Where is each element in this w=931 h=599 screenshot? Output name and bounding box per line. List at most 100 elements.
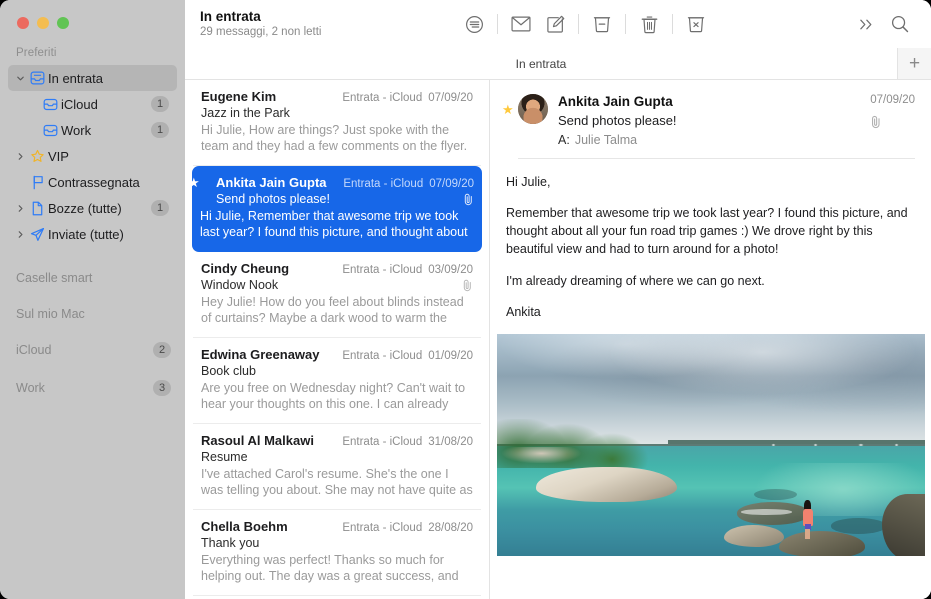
reader-bottom-padding [490, 585, 931, 599]
message-preview: Everything was perfect! Thanks so much f… [201, 552, 473, 585]
message-list-item[interactable]: Edwina Greenaway Entrata - iCloud 01/09/… [193, 338, 481, 424]
message-subject: Send photos please! [216, 192, 457, 206]
mailbox-label: Entrata - iCloud [342, 264, 422, 276]
mailbox-icon [40, 98, 61, 111]
photo-rock [779, 531, 865, 555]
sidebar-item-inviate[interactable]: Inviate (tutte) [8, 221, 177, 247]
page-title: In entrata [200, 9, 321, 25]
photo-person [803, 500, 813, 540]
mailbox-label: Entrata - iCloud [342, 92, 422, 104]
photo-submerged-rock [831, 518, 887, 534]
unread-badge: 2 [153, 342, 171, 358]
sidebar-item-in-entrata[interactable]: In entrata [8, 65, 177, 91]
archive-icon[interactable] [585, 9, 619, 39]
mail-window: Preferiti In entrata [0, 0, 931, 599]
sidebar-item-label: Contrassegnata [48, 175, 171, 190]
account-label: iCloud [16, 343, 153, 357]
recipient-label: A: [558, 133, 570, 147]
message-subject: Thank you [201, 536, 473, 550]
toolbar-divider [497, 14, 498, 34]
sidebar-section-favorites: Preferiti [0, 29, 185, 65]
draft-icon [27, 201, 48, 216]
sidebar-item-contrassegnata[interactable]: Contrassegnata [8, 169, 177, 195]
message-list-item[interactable]: Eugene Kim Entrata - iCloud 07/09/20 Jaz… [193, 80, 481, 166]
toolbar-divider [672, 14, 673, 34]
mailbox-label: Entrata - iCloud [342, 436, 422, 448]
photo-large-boulder [536, 467, 677, 503]
trash-icon[interactable] [632, 9, 666, 39]
unread-badge: 1 [151, 122, 169, 138]
account-label: Work [16, 381, 153, 395]
sidebar-section-smart: Caselle smart [0, 263, 185, 293]
tab-in-entrata[interactable]: In entrata [185, 48, 897, 79]
person-legs [805, 529, 810, 539]
chevron-right-icon[interactable] [14, 230, 27, 239]
recipient-name[interactable]: Julie Talma [575, 133, 637, 147]
filter-icon[interactable] [457, 9, 491, 39]
flag-icon [27, 175, 48, 190]
message-list[interactable]: Eugene Kim Entrata - iCloud 07/09/20 Jaz… [185, 80, 490, 599]
mark-unread-icon[interactable] [504, 9, 538, 39]
photo-rock [724, 525, 784, 547]
sidebar-item-label: Bozze (tutte) [48, 201, 151, 216]
sidebar-account-icloud[interactable]: iCloud 2 [0, 335, 185, 365]
unread-badge: 1 [151, 96, 169, 112]
message-subject: Book club [201, 364, 473, 378]
message-date: 07/09/20 [428, 92, 473, 104]
more-chevrons-icon[interactable] [849, 9, 883, 39]
attached-photo[interactable] [497, 334, 925, 556]
sent-icon [27, 227, 48, 242]
message-preview: Hey Julie! How do you feel about blinds … [201, 294, 473, 327]
sidebar-item-bozze[interactable]: Bozze (tutte) 1 [8, 195, 177, 221]
attachment-icon [462, 279, 473, 292]
photo-island-shore [497, 447, 608, 463]
search-icon[interactable] [883, 9, 917, 39]
message-subject: Send photos please! [558, 113, 860, 128]
compose-icon[interactable] [538, 9, 572, 39]
sender-name: Chella Boehm [201, 519, 288, 534]
junk-icon[interactable] [679, 9, 713, 39]
mailbox-label: Entrata - iCloud [343, 178, 423, 190]
sidebar: Preferiti In entrata [0, 0, 185, 599]
add-tab-button[interactable]: + [897, 48, 931, 79]
tab-bar: In entrata + [185, 48, 931, 80]
chevron-right-icon[interactable] [14, 204, 27, 213]
message-preview: Hi Julie, Remember that awesome trip we … [200, 208, 474, 241]
sidebar-item-icloud[interactable]: iCloud 1 [8, 91, 177, 117]
chevron-down-icon[interactable] [14, 74, 27, 83]
sidebar-item-label: In entrata [48, 71, 171, 86]
body-paragraph: I'm already dreaming of where we can go … [506, 272, 915, 290]
sidebar-account-work[interactable]: Work 3 [0, 373, 185, 403]
traffic-lights [0, 0, 185, 29]
sender-name: Edwina Greenaway [201, 347, 320, 362]
message-header-right: 07/09/20 [860, 94, 915, 147]
flag-star-icon[interactable]: ★ [502, 94, 518, 147]
sidebar-item-work[interactable]: Work 1 [8, 117, 177, 143]
unread-badge: 1 [151, 200, 169, 216]
close-button[interactable] [17, 17, 29, 29]
panes: Eugene Kim Entrata - iCloud 07/09/20 Jaz… [185, 80, 931, 599]
message-list-item[interactable]: Rasoul Al Malkawi Entrata - iCloud 31/08… [193, 424, 481, 510]
message-date: 03/09/20 [428, 264, 473, 276]
chevron-right-icon[interactable] [14, 152, 27, 161]
body-paragraph: Hi Julie, [506, 173, 915, 191]
zoom-button[interactable] [57, 17, 69, 29]
recipient-row: A: Julie Talma [558, 133, 860, 147]
sidebar-item-vip[interactable]: VIP [8, 143, 177, 169]
flag-star-icon: ★ [188, 176, 200, 189]
minimize-button[interactable] [37, 17, 49, 29]
sidebar-item-label: Work [61, 123, 151, 138]
sender-name: Eugene Kim [201, 89, 276, 104]
message-date: 31/08/20 [428, 436, 473, 448]
message-preview: Hi Julie, How are things? Just spoke wit… [201, 122, 473, 155]
message-list-item[interactable]: Chella Boehm Entrata - iCloud 28/08/20 T… [193, 510, 481, 596]
mailbox-title-block: In entrata 29 messaggi, 2 non letti [200, 9, 321, 40]
attachment-icon [463, 193, 474, 206]
sender-name: Cindy Cheung [201, 261, 289, 276]
message-list-item[interactable]: Cindy Cheung Entrata - iCloud 03/09/20 W… [193, 252, 481, 338]
message-list-item-selected[interactable]: ★ Ankita Jain Gupta Entrata - iCloud 07/… [192, 166, 482, 252]
attachment-icon[interactable] [870, 115, 915, 129]
toolbar: In entrata 29 messaggi, 2 non letti [185, 0, 931, 48]
message-subject: Resume [201, 450, 473, 464]
sidebar-item-label: VIP [48, 149, 171, 164]
